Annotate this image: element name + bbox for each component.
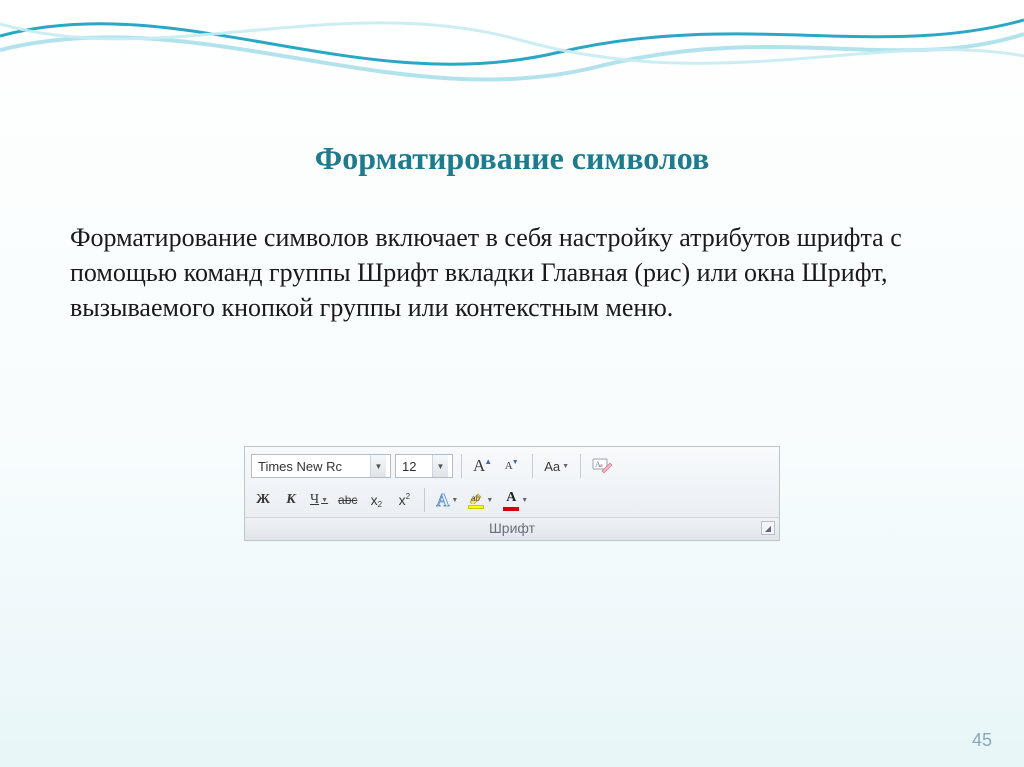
chevron-down-icon: ▼ [486,497,493,504]
chevron-down-icon: ▼ [521,497,528,504]
caret-down-icon: ▼ [512,458,519,466]
text-effects-button[interactable]: A ▼ [433,488,461,512]
superscript-button[interactable]: x2 [392,488,416,512]
slide-body-text: Форматирование символов включает в себя … [70,220,950,325]
separator [424,488,425,512]
bold-button[interactable]: Ж [251,488,275,512]
shrink-font-button[interactable]: A▼ [500,454,524,478]
font-name-value: Times New Rc [252,459,370,474]
chevron-down-icon: ▼ [562,463,569,470]
ribbon-group-label: Шрифт ◢ [245,517,779,540]
ribbon-row-2: Ж К Ч ▼ abc x2 x2 [251,485,773,515]
decorative-wave [0,0,1024,120]
strikethrough-button[interactable]: abc [335,488,360,512]
chevron-down-icon: ▼ [321,496,328,504]
chevron-down-icon: ▼ [451,496,458,504]
grow-font-button[interactable]: A▲ [470,454,496,478]
svg-text:ab: ab [471,494,480,503]
separator [532,454,533,478]
italic-button[interactable]: К [279,488,303,512]
underline-button[interactable]: Ч ▼ [307,488,331,512]
highlight-button[interactable]: ab ▼ [465,488,496,512]
font-size-combo[interactable]: 12 ▼ [395,454,453,478]
font-name-combo[interactable]: Times New Rc ▼ [251,454,391,478]
font-color-button[interactable]: A ▼ [500,488,531,512]
separator [580,454,581,478]
separator [461,454,462,478]
ribbon-row-1: Times New Rc ▼ 12 ▼ A▲ A▼ [251,451,773,481]
subscript-button[interactable]: x2 [364,488,388,512]
dialog-launcher-button[interactable]: ◢ [761,521,775,535]
slide: Форматирование символов Форматирование с… [0,0,1024,767]
svg-text:a: a [600,463,603,469]
ribbon-font-group: Times New Rc ▼ 12 ▼ A▲ A▼ [244,446,780,541]
font-size-value: 12 [396,459,432,474]
caret-up-icon: ▲ [484,457,492,466]
slide-title: Форматирование символов [0,140,1024,177]
eraser-icon: A a [592,457,612,475]
chevron-down-icon[interactable]: ▼ [370,455,386,477]
highlight-icon: ab [468,492,484,509]
change-case-button[interactable]: Aa ▼ [541,454,572,478]
chevron-down-icon[interactable]: ▼ [432,455,448,477]
clear-formatting-button[interactable]: A a [589,454,615,478]
page-number: 45 [972,730,992,751]
font-color-icon: A [503,490,519,511]
